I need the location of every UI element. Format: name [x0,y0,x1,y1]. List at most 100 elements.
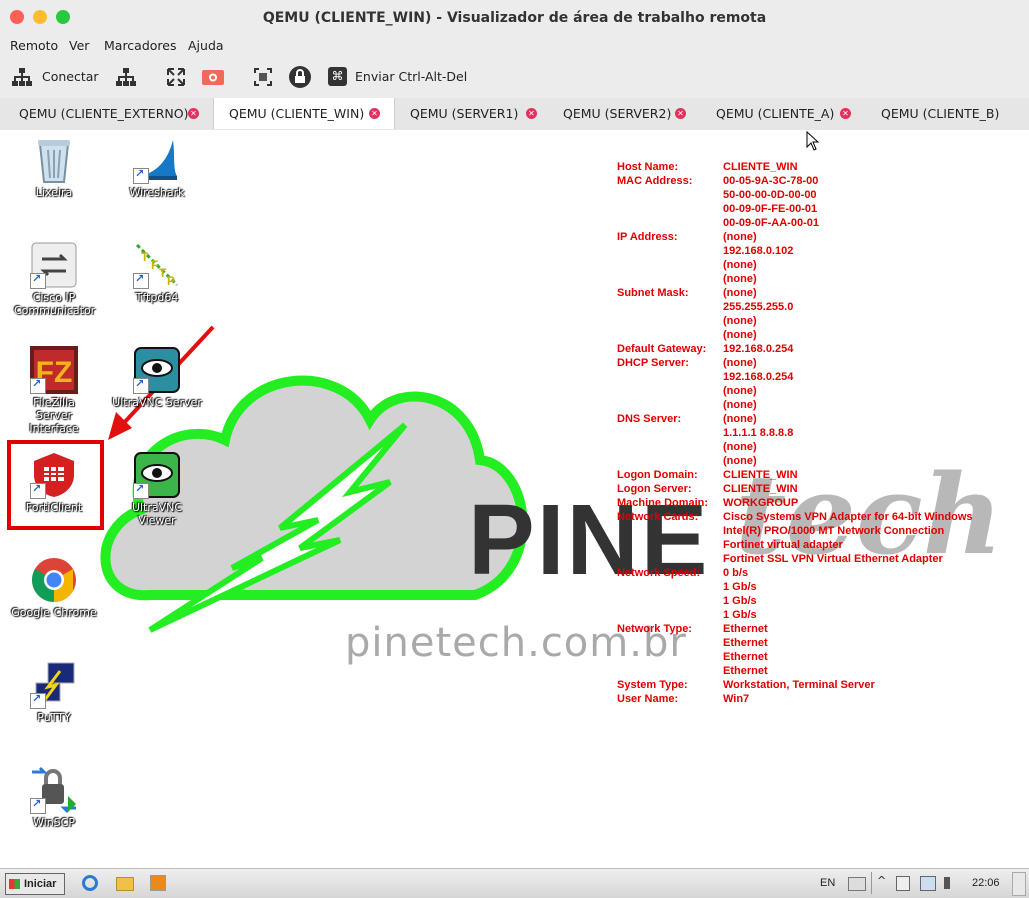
putty-icon [30,661,78,709]
bginfo-value: 50-00-00-0D-00-00 [723,189,817,201]
close-tab-icon[interactable]: ✕ [840,108,851,119]
show-desktop-button[interactable] [1012,872,1026,896]
desktop-icon-winscp[interactable]: WinSCP [9,766,99,829]
bginfo-value: Fortinet virtual adapter [723,539,843,551]
tab-server1[interactable]: QEMU (SERVER1) ✕ [394,98,549,129]
desktop-icon-cisco-ip-communicator[interactable]: Cisco IP Communicator [9,241,99,317]
bginfo-value: Win7 [723,693,750,705]
tab-cliente-b[interactable]: QEMU (CLIENTE_B) [866,98,1029,129]
menu-marcadores[interactable]: Marcadores [104,38,177,53]
menu-ajuda[interactable]: Ajuda [188,38,224,53]
bginfo-value: 255.255.255.0 [723,301,794,313]
svg-text:F: F [151,258,158,272]
menu-bar: Remoto Ver Marcadores Ajuda [0,36,1029,56]
cisco-ip-communicator-icon [30,241,78,289]
clock[interactable]: 22:06 [972,877,1000,889]
bginfo-key: System Type: [617,679,688,691]
internet-explorer-icon[interactable] [82,875,98,891]
bginfo-key: IP Address: [617,231,678,243]
show-hidden-icons-icon[interactable]: ^ [877,874,886,887]
bginfo-key: Network Speed: [617,567,701,579]
ultravnc-server-icon [133,346,181,394]
bginfo-value: (none) [723,441,757,453]
tab-server2[interactable]: QEMU (SERVER2) ✕ [549,98,702,129]
start-button[interactable]: Iniciar [5,873,65,895]
tab-cliente-externo[interactable]: QEMU (CLIENTE_EXTERNO) ✕ [0,98,213,129]
volume-icon[interactable] [944,877,956,889]
lock-icon[interactable] [289,66,311,88]
network-icon [12,68,32,86]
forticlient-icon [30,451,78,499]
bginfo-value: CLIENTE_WIN [723,161,798,173]
bginfo-value: (none) [723,231,757,243]
media-player-icon[interactable] [150,875,166,891]
action-center-icon[interactable] [896,876,910,891]
close-tab-icon[interactable]: ✕ [188,108,199,119]
tab-label: QEMU (CLIENTE_WIN) [229,106,365,121]
bginfo-value: Ethernet [723,651,768,663]
desktop-icon-ultravnc-viewer[interactable]: UltraVNC Viewer [112,451,202,527]
remote-desktop[interactable]: PINE tech pinetech.com.br Lixeira Cisco … [0,130,1029,868]
tab-cliente-win[interactable]: QEMU (CLIENTE_WIN) ✕ [213,98,395,129]
bginfo-value: Fortinet SSL VPN Virtual Ethernet Adapte… [723,553,943,565]
tab-label: QEMU (SERVER2) [563,106,672,121]
keyboard-icon[interactable] [848,877,866,891]
desktop-icon-ultravnc-server[interactable]: UltraVNC Server [112,346,202,409]
close-tab-icon[interactable]: ✕ [675,108,686,119]
explorer-folder-icon[interactable] [116,877,134,891]
menu-ver[interactable]: Ver [69,38,89,53]
icon-label: Tftpd64 [135,291,179,304]
bginfo-value: 1 Gb/s [723,595,757,607]
bginfo-key: Host Name: [617,161,679,173]
network-bookmark-icon[interactable] [116,67,136,87]
bginfo-key: DNS Server: [617,413,682,425]
screenshot-icon[interactable] [202,67,224,87]
toolbar: Conectar ⌘ Enviar Ctrl-Alt-Del [0,56,1029,98]
fullscreen-icon[interactable] [166,67,186,87]
desktop-icon-lixeira[interactable]: Lixeira [9,136,99,199]
icon-label: Google Chrome [11,606,97,619]
icon-label: Lixeira [35,186,73,199]
focus-capture-icon[interactable] [253,67,273,87]
network-tray-icon[interactable] [920,876,936,891]
close-tab-icon[interactable]: ✕ [526,108,537,119]
tab-label: QEMU (CLIENTE_A) [716,106,835,121]
command-key-icon: ⌘ [328,67,347,86]
language-indicator[interactable]: EN [820,877,835,889]
window-title: QEMU (CLIENTE_WIN) - Visualizador de áre… [262,10,767,26]
icon-label: Cisco IP Communicator [14,291,96,317]
desktop-icon-filezilla-server[interactable]: FZ FileZilla Server Interface [9,346,99,435]
bginfo-value: Cisco Systems VPN Adapter for 64-bit Win… [723,511,973,523]
bginfo-value: 192.168.0.102 [723,245,794,257]
bginfo-value: 00-09-0F-FE-00-01 [723,203,818,215]
bginfo-key: MAC Address: [617,175,693,187]
bginfo-key: Logon Domain: [617,469,698,481]
bginfo-value: (none) [723,287,757,299]
tray-separator [871,872,872,894]
icon-label: FortiClient [25,501,83,514]
bginfo-key: Subnet Mask: [617,287,689,299]
bginfo-value: 1 Gb/s [723,609,757,621]
close-tab-icon[interactable]: ✕ [369,108,380,119]
bginfo-value: 1.1.1.1 8.8.8.8 [723,427,794,439]
bginfo-value: (none) [723,273,757,285]
bginfo-value: (none) [723,399,757,411]
send-ctrl-alt-del-button[interactable]: ⌘ Enviar Ctrl-Alt-Del [328,56,468,98]
desktop-icon-tftpd64[interactable]: TFTP Tftpd64 [112,241,202,304]
bginfo-value: (none) [723,329,757,341]
bginfo-value: 0 b/s [723,567,749,579]
bginfo-key: DHCP Server: [617,357,689,369]
tab-cliente-a[interactable]: QEMU (CLIENTE_A) ✕ [702,98,866,129]
desktop-icon-forticlient[interactable]: FortiClient [9,451,99,514]
bginfo-key: Machine Domain: [617,497,709,509]
icon-label: FileZilla Server Interface [29,396,79,435]
bginfo-value: (none) [723,385,757,397]
desktop-icon-wireshark[interactable]: Wireshark [112,136,202,199]
connect-button[interactable]: Conectar [12,56,99,98]
mouse-cursor-icon [806,131,820,151]
tab-label: QEMU (CLIENTE_B) [881,106,1000,121]
desktop-icon-google-chrome[interactable]: Google Chrome [9,556,99,619]
menu-remoto[interactable]: Remoto [10,38,58,53]
desktop-icon-putty[interactable]: PuTTY [9,661,99,724]
bginfo-key: Logon Server: [617,483,692,495]
